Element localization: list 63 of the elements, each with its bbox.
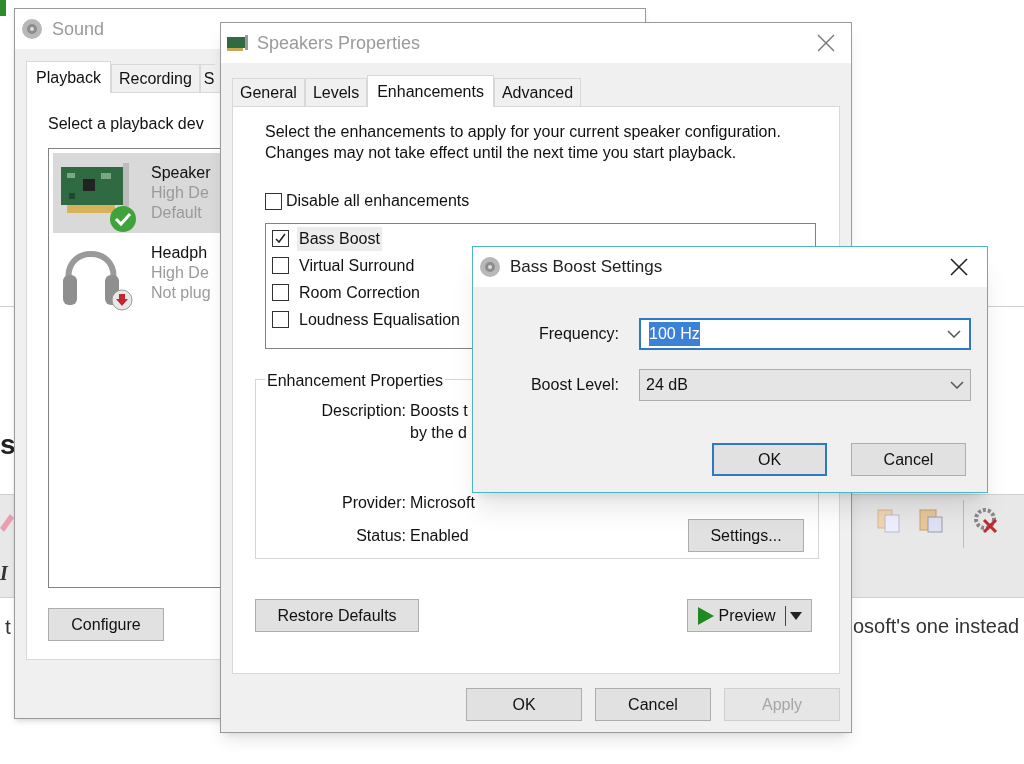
device-name: Speaker (151, 163, 211, 183)
tab[interactable]: General (232, 78, 305, 106)
disable-all-checkbox-row[interactable]: Disable all enhancements (265, 189, 819, 213)
checkbox[interactable] (272, 284, 289, 301)
dropdown[interactable]: 24 dB (639, 369, 971, 401)
gear-icon[interactable] (972, 506, 1000, 534)
dialog-button[interactable]: OK (466, 688, 582, 721)
description-text: by the d (410, 423, 468, 443)
checkbox[interactable] (272, 311, 289, 328)
sound-card-icon (227, 35, 249, 51)
intro-text: Select the enhancements to apply for your current speaker configuration. Changes may not take effect until the next time you start playback. (264, 122, 782, 163)
field-label: Frequency: (537, 324, 619, 344)
enhancement-item[interactable]: Bass Boost (297, 226, 382, 251)
checkbox-label: Disable all enhancements (286, 191, 470, 211)
chevron-icon (947, 330, 961, 338)
device-name: Headph (151, 243, 209, 263)
field-label: Provider: (340, 493, 406, 513)
device-status: Not plug (151, 283, 211, 303)
restore-defaults-button[interactable]: Restore Defaults (255, 599, 419, 632)
device-description: High De (151, 183, 210, 203)
description-text: Boosts t (410, 401, 468, 421)
dialog-button[interactable]: Cancel (851, 443, 966, 476)
enhancement-item[interactable]: Loudness Equalisation (297, 307, 462, 332)
body-text: osoft's one instead (853, 614, 1020, 639)
field-label: Description: (320, 401, 406, 421)
field-label: Boost Level: (529, 375, 619, 395)
page-graphic (0, 0, 6, 16)
checkbox[interactable] (265, 192, 282, 210)
chevron-icon (950, 381, 964, 389)
tab[interactable]: Enhancements (367, 75, 494, 107)
settings-button[interactable]: Settings... (688, 519, 804, 552)
play-icon (696, 605, 715, 626)
device-status: Default (151, 203, 203, 223)
device-item[interactable]: Headph High De Not plug (53, 233, 221, 313)
close-icon[interactable] (950, 258, 968, 276)
speaker-icon (20, 17, 44, 41)
configure-button[interactable]: Configure (48, 608, 164, 641)
device-description: High De (151, 263, 210, 283)
dialog-button[interactable]: Cancel (595, 688, 711, 721)
device-item[interactable]: Speaker High De Default (53, 153, 221, 233)
caret-icon (790, 611, 803, 620)
instruction-text: Select a playback dev (48, 114, 204, 134)
status-value: Enabled (410, 525, 469, 546)
provider-value: Microsoft (410, 493, 475, 513)
tab[interactable]: Recording (110, 64, 200, 92)
window-title: Bass Boost Settings (510, 256, 663, 279)
enhancement-item[interactable]: Virtual Surround (297, 253, 417, 278)
checkbox[interactable] (272, 230, 289, 247)
field-label: Status: (355, 525, 406, 546)
dropdown[interactable]: 100 Hz (639, 318, 971, 350)
tab[interactable]: Playback (26, 61, 111, 93)
speaker-icon (478, 255, 502, 279)
window-title: Sound (52, 17, 105, 41)
checkbox[interactable] (272, 257, 289, 274)
tab[interactable]: Levels (304, 78, 368, 106)
enhancement-item[interactable]: Room Correction (297, 280, 422, 305)
body-text: t (5, 614, 11, 640)
preview-button[interactable]: Preview (687, 599, 812, 632)
italic-button[interactable]: I (0, 558, 8, 588)
heading-text: s (0, 428, 16, 462)
tab[interactable]: Advanced (493, 78, 582, 106)
dialog-button[interactable]: OK (712, 443, 827, 476)
window-title: Speakers Properties (257, 31, 421, 55)
